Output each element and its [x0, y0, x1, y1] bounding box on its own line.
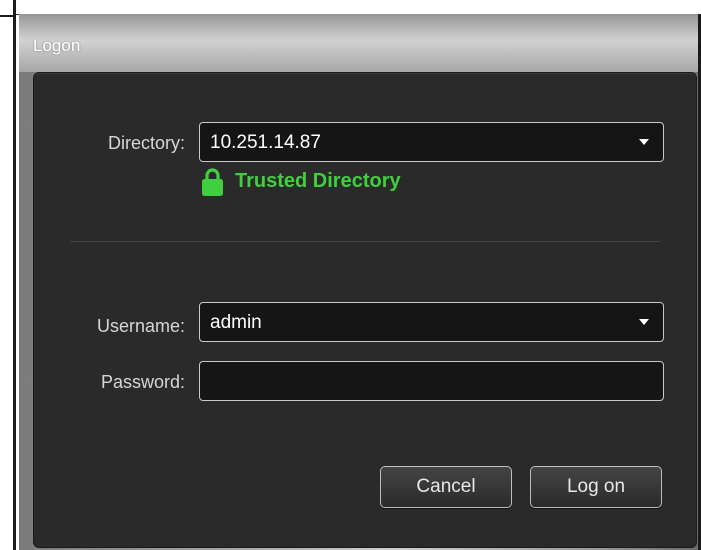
username-label: Username: [96, 316, 185, 336]
password-label: Password: [100, 372, 185, 392]
log-on-button[interactable]: Log on [530, 466, 662, 508]
logon-panel: Directory: 10.251.14.87 Trusted Director… [33, 72, 697, 548]
password-field[interactable] [199, 361, 664, 401]
lock-icon [202, 168, 223, 196]
trusted-directory-label: Trusted Directory [235, 170, 401, 192]
chevron-down-icon[interactable] [639, 139, 649, 145]
logon-dialog: Logon Directory: 10.251.14.87 Trusted Di… [19, 14, 701, 550]
chevron-down-icon[interactable] [639, 319, 649, 325]
dialog-title-bar[interactable]: Logon [19, 14, 698, 72]
username-value: admin [210, 312, 262, 333]
top-window-edge [16, 0, 701, 15]
directory-value: 10.251.14.87 [210, 132, 321, 153]
left-window-edge [0, 0, 16, 550]
dialog-title: Logon [33, 36, 81, 55]
section-divider [70, 241, 660, 242]
trusted-directory-status: Trusted Directory [202, 167, 401, 196]
cancel-button[interactable]: Cancel [380, 466, 512, 508]
username-dropdown[interactable]: admin [199, 302, 664, 342]
directory-label: Directory: [107, 133, 185, 153]
directory-dropdown[interactable]: 10.251.14.87 [199, 122, 664, 162]
window-edge-notch [0, 0, 14, 17]
